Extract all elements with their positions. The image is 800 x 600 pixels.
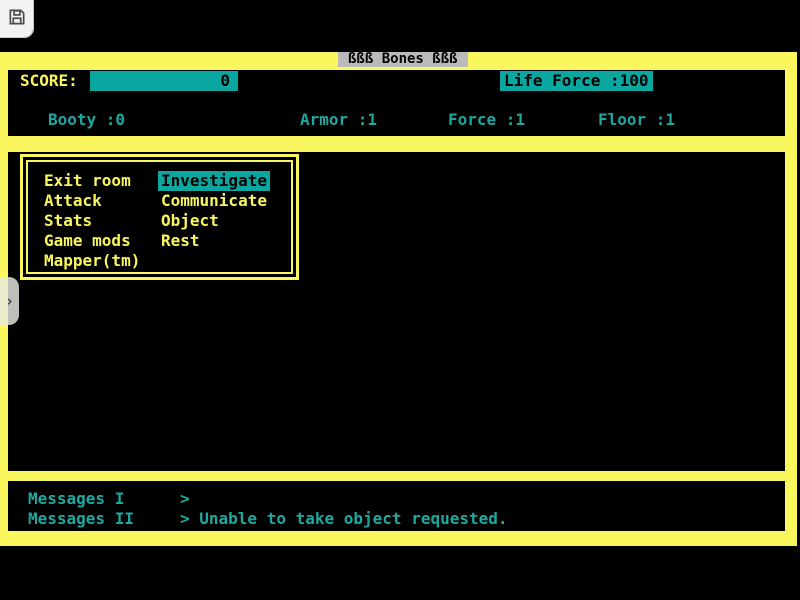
menu-item-attack[interactable]: Attack — [41, 191, 143, 211]
chevron-right-icon: › — [5, 292, 14, 310]
messages-1-label: Messages I — [28, 489, 124, 508]
menu-column-left: Exit room Attack Stats Game mods Mapper(… — [41, 171, 143, 271]
game-screen: ßßß Bones ßßß SCORE: 0 Life Force :100 B… — [0, 0, 800, 600]
menu-item-investigate[interactable]: Investigate — [158, 171, 270, 191]
score-bar: 0 — [90, 71, 238, 91]
status-panel: SCORE: 0 Life Force :100 Booty :0 Armor … — [8, 70, 785, 136]
menu-item-communicate[interactable]: Communicate — [158, 191, 270, 211]
stat-booty: Booty :0 — [48, 110, 125, 129]
window-title: ßßß Bones ßßß — [338, 52, 468, 67]
game-area: Exit room Attack Stats Game mods Mapper(… — [8, 152, 785, 471]
life-force-badge: Life Force :100 — [500, 71, 653, 91]
menu-item-rest[interactable]: Rest — [158, 231, 270, 251]
messages-2-text: > Unable to take object requested. — [180, 509, 508, 528]
stat-armor: Armor :1 — [300, 110, 377, 129]
drawer-handle[interactable]: › — [0, 277, 19, 325]
stat-force: Force :1 — [448, 110, 525, 129]
messages-panel: Messages I > Messages II > Unable to tak… — [8, 481, 785, 531]
stat-floor: Floor :1 — [598, 110, 675, 129]
score-label: SCORE: — [20, 71, 78, 91]
menu-item-mapper[interactable]: Mapper(tm) — [41, 251, 143, 271]
action-menu: Exit room Attack Stats Game mods Mapper(… — [20, 154, 299, 280]
menu-item-game-mods[interactable]: Game mods — [41, 231, 143, 251]
main-frame: ßßß Bones ßßß SCORE: 0 Life Force :100 B… — [0, 52, 797, 546]
messages-2-label: Messages II — [28, 509, 134, 528]
menu-item-stats[interactable]: Stats — [41, 211, 143, 231]
messages-1-text: > — [180, 489, 190, 508]
save-button[interactable] — [0, 0, 34, 38]
floppy-disk-icon — [7, 7, 27, 31]
menu-item-object[interactable]: Object — [158, 211, 270, 231]
menu-item-exit-room[interactable]: Exit room — [41, 171, 143, 191]
menu-column-right: Investigate Communicate Object Rest — [158, 171, 270, 251]
